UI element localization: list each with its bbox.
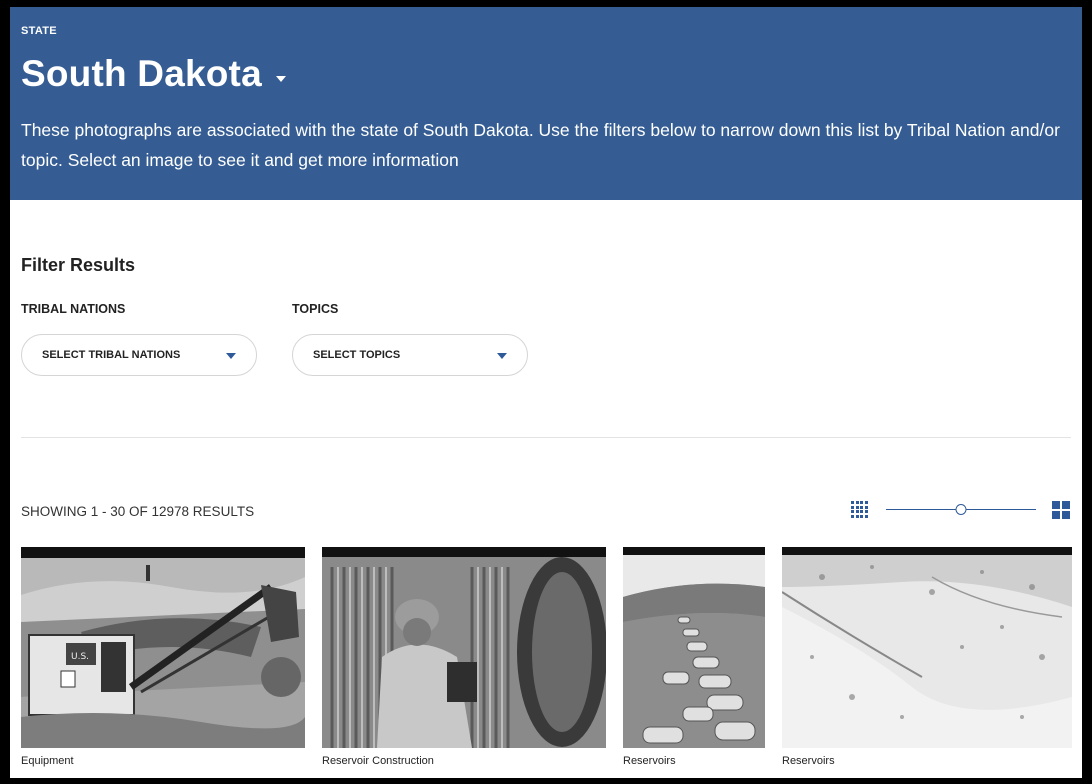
zoom-slider-thumb[interactable]: [955, 504, 967, 515]
photo-caption: Reservoirs: [623, 755, 676, 767]
photo-thumbnail[interactable]: [322, 547, 606, 748]
grid-small-icon[interactable]: [851, 501, 868, 518]
state-eyebrow: STATE: [21, 25, 57, 37]
photo-caption: Reservoir Construction: [322, 755, 434, 767]
photo-caption: Equipment: [21, 755, 74, 767]
tribal-nations-label: TRIBAL NATIONS: [21, 302, 126, 316]
chevron-down-icon: [226, 353, 236, 359]
tribal-nations-value: SELECT TRIBAL NATIONS: [42, 349, 181, 361]
photo-card[interactable]: Reservoir Construction: [322, 547, 606, 767]
photo-card[interactable]: Reservoirs: [782, 547, 1072, 767]
photo-thumbnail[interactable]: U.S.: [21, 547, 305, 748]
page-title: South Dakota: [21, 53, 262, 94]
topics-dropdown[interactable]: SELECT TOPICS: [292, 334, 528, 376]
divider: [21, 437, 1071, 438]
photo-thumbnail[interactable]: [782, 547, 1072, 748]
state-header: STATE South Dakota These photographs are…: [10, 7, 1082, 200]
topics-value: SELECT TOPICS: [313, 349, 401, 361]
photo-card[interactable]: Reservoirs: [623, 547, 765, 767]
page-frame: STATE South Dakota These photographs are…: [10, 7, 1082, 778]
zoom-slider[interactable]: [886, 501, 1036, 518]
chevron-down-icon[interactable]: [275, 76, 286, 82]
photo-caption: Reservoirs: [782, 755, 835, 767]
grid-large-icon[interactable]: [1052, 501, 1070, 519]
svg-text:U.S.: U.S.: [71, 652, 89, 662]
filter-heading: Filter Results: [21, 255, 136, 275]
chevron-down-icon: [497, 353, 507, 359]
state-selector[interactable]: South Dakota: [21, 53, 286, 95]
topics-label: TOPICS: [292, 302, 339, 316]
photo-thumbnail[interactable]: [623, 547, 765, 748]
photo-card[interactable]: U.S. Equipment: [21, 547, 305, 767]
page-description: These photographs are associated with th…: [21, 120, 1060, 170]
results-count: SHOWING 1 - 30 OF 12978 RESULTS: [21, 504, 255, 519]
tribal-nations-dropdown[interactable]: SELECT TRIBAL NATIONS: [21, 334, 257, 376]
